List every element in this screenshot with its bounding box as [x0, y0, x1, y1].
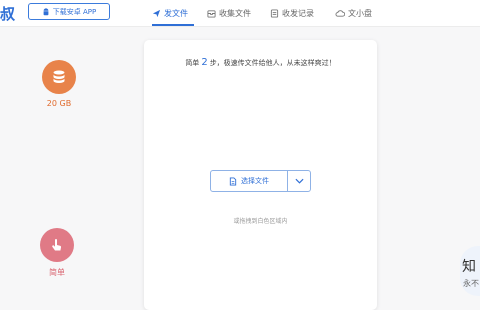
feature-storage: 20 GB — [42, 60, 76, 108]
tab-send-file-label: 发文件 — [164, 8, 188, 18]
step-prefix: 简单 — [185, 59, 200, 67]
top-navigation-bar: 叔 下载安卓 APP 发文件 收集文件 收发记录 文小盘 — [0, 0, 480, 27]
file-icon — [229, 176, 237, 186]
collect-box-icon — [207, 9, 216, 18]
active-tab-indicator — [152, 24, 194, 26]
cloud-drive-icon — [335, 9, 345, 17]
floating-widget-subtitle: 永不 — [463, 279, 479, 288]
tab-send-receive-records-label: 收发记录 — [282, 8, 314, 18]
tab-wenxiaopan[interactable]: 文小盘 — [335, 0, 372, 26]
step-suffix: 步，极速传文件给他人，从未这样爽过！ — [209, 59, 336, 67]
tab-send-file[interactable]: 发文件 — [152, 0, 194, 26]
download-android-app-button[interactable]: 下载安卓 APP — [28, 3, 110, 20]
step-instruction: 简单 2 步，极速传文件给他人，从未这样爽过！ — [144, 57, 377, 68]
drag-drop-hint: 或拖拽到白色区域内 — [233, 218, 288, 225]
record-list-icon — [270, 8, 279, 18]
choose-file-dropdown-button[interactable] — [288, 171, 310, 191]
storage-badge — [42, 60, 76, 94]
floating-help-widget[interactable]: 知 永不 — [460, 246, 480, 296]
floating-widget-title: 知 — [462, 259, 476, 275]
chevron-down-icon — [294, 178, 304, 184]
upload-card[interactable]: 简单 2 步，极速传文件给他人，从未这样爽过！ 选择文件 或拖拽到白色区域内 — [144, 40, 377, 310]
site-logo[interactable]: 叔 — [0, 3, 15, 24]
tab-wenxiaopan-label: 文小盘 — [348, 8, 372, 18]
tab-collect-files-label: 收集文件 — [219, 8, 251, 18]
storage-label: 20 GB — [46, 99, 72, 108]
tab-send-receive-records[interactable]: 收发记录 — [270, 0, 314, 26]
android-icon — [43, 7, 49, 15]
choose-file-label: 选择文件 — [241, 177, 269, 185]
choose-file-button[interactable]: 选择文件 — [211, 171, 288, 191]
paper-plane-icon — [152, 9, 161, 17]
tap-hand-icon — [52, 239, 62, 251]
simple-label: 简单 — [49, 268, 65, 277]
database-icon — [53, 70, 65, 83]
download-android-app-label: 下载安卓 APP — [52, 7, 97, 16]
choose-file-button-group: 选择文件 — [210, 170, 311, 192]
step-number: 2 — [201, 57, 208, 68]
simple-badge — [40, 228, 74, 262]
feature-simple: 简单 — [40, 228, 74, 278]
tab-collect-files[interactable]: 收集文件 — [207, 0, 251, 26]
